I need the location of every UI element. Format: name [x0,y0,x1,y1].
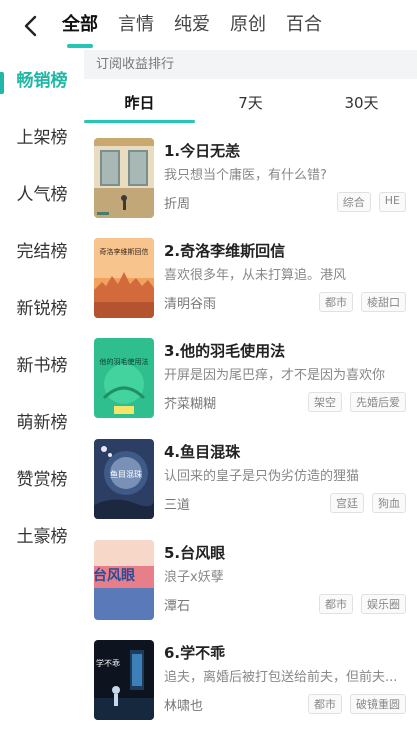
book-item[interactable]: 1.今日无恙 我只想当个庸医，有什么错? 折周 综合 HE [94,138,410,218]
book-author: 折周 [164,197,191,212]
book-item[interactable]: 鱼目混珠 4.鱼目混珠 认回来的皇子是只伪劣仿造的狸猫 三道 宫廷 狗血 [94,439,410,519]
book-description: 喜欢很多年，从未打算追。港风 [164,268,347,283]
book-tags: 综合 HE [329,192,406,212]
book-tag: HE [378,192,406,212]
book-tag: 都市 [319,594,353,614]
book-tag: 宫廷 [330,493,364,513]
tab-original[interactable]: 原创 [230,8,266,42]
book-title: 3.他的羽毛使用法 [164,342,286,360]
book-tags: 宫廷 狗血 [322,493,406,513]
book-item[interactable]: 他的羽毛使用法 3.他的羽毛使用法 开屏是因为尾巴痒，才不是因为喜欢你 芥菜糊糊… [94,338,410,418]
sidebar-item-newbie[interactable]: 萌新榜 [0,400,84,440]
book-tag: 都市 [319,292,353,312]
book-tag: 棱甜口 [361,292,406,312]
sidebar-item-completed[interactable]: 完结榜 [0,229,84,269]
book-author: 潭石 [164,599,191,614]
book-tag: 架空 [308,392,342,412]
book-description: 追夫，离婚后被打包送给前夫，但前夫... [164,670,398,685]
book-title: 4.鱼目混珠 [164,443,241,461]
book-description: 浪子x妖孽 [164,570,224,585]
sidebar-item-big-spender[interactable]: 土豪榜 [0,514,84,554]
book-cover: 鱼目混珠 [94,439,154,519]
book-tag: 狗血 [372,493,406,513]
category-tabs: 全部 言情 纯爱 原创 百合 [62,8,342,42]
book-tags: 架空 先婚后爱 [300,392,406,412]
cover-title: 鱼目混珠 [110,469,142,479]
tab-all[interactable]: 全部 [62,8,98,42]
book-tag: 综合 [336,192,371,212]
book-tag: 娱乐圈 [361,594,406,614]
book-description: 认回来的皇子是只伪劣仿造的狸猫 [164,469,360,484]
book-item[interactable]: 台风眼 5.台风眼 浪子x妖孽 潭石 都市 娱乐圈 [94,540,410,620]
sidebar-item-popular[interactable]: 人气榜 [0,172,84,212]
sidebar-item-label: 人气榜 [16,184,68,205]
book-author: 芥菜糊糊 [164,397,217,412]
sidebar-item-label: 完结榜 [16,241,68,262]
book-author: 林啸也 [164,699,204,714]
tab-30-days[interactable]: 30天 [306,86,417,120]
sidebar-item-label: 赞赏榜 [16,469,68,490]
book-item[interactable]: 学不乖 6.学不乖 追夫，离婚后被打包送给前夫，但前夫... 林啸也 都市 破镜… [94,640,410,720]
book-title: 6.学不乖 [164,644,226,662]
book-item[interactable]: 奇洛李维斯回信 2.奇洛李维斯回信 喜欢很多年，从未打算追。港风 清明谷雨 都市… [94,238,410,318]
book-cover: 台风眼 [94,540,154,620]
tab-yesterday[interactable]: 昨日 [84,86,195,123]
cover-title: 他的羽毛使用法 [100,357,149,366]
book-cover [94,138,154,218]
book-title: 5.台风眼 [164,544,226,562]
sidebar-item-label: 萌新榜 [16,412,68,433]
period-tabs: 昨日 7天 30天 [84,86,417,123]
book-description: 开屏是因为尾巴痒，才不是因为喜欢你 [164,368,386,383]
sidebar-item-label: 土豪榜 [16,526,68,547]
book-cover: 学不乖 [94,640,154,720]
book-author: 清明谷雨 [164,297,217,312]
book-cover: 他的羽毛使用法 [94,338,154,418]
book-title: 1.今日无恙 [164,142,241,160]
sidebar-item-new-books[interactable]: 新书榜 [0,343,84,383]
ranking-content: 订阅收益排行 昨日 7天 30天 1.今日无恙 我只想当个庸医，有什么错? 折周 [84,50,417,741]
top-bar: 全部 言情 纯爱 原创 百合 [0,0,417,50]
sidebar-item-label: 畅销榜 [16,70,68,91]
cover-title: 台风眼 [94,567,135,584]
book-tag: 都市 [308,694,342,714]
book-tag: 破镜重圆 [350,694,406,714]
back-icon[interactable] [18,12,42,40]
book-tags: 都市 娱乐圈 [311,594,406,614]
book-tags: 都市 棱甜口 [311,292,406,312]
cover-title: 奇洛李维斯回信 [100,247,149,256]
sidebar-item-rising[interactable]: 新锐榜 [0,286,84,326]
book-tags: 都市 破镜重圆 [300,694,406,714]
sidebar-item-appreciation[interactable]: 赞赏榜 [0,457,84,497]
cover-title: 学不乖 [96,658,120,668]
sidebar-item-label: 新锐榜 [16,298,68,319]
sidebar-item-label: 新书榜 [16,355,68,376]
book-title: 2.奇洛李维斯回信 [164,242,286,260]
ranking-sidebar: 畅销榜 上架榜 人气榜 完结榜 新锐榜 新书榜 萌新榜 赞赏榜 土豪榜 [0,50,84,741]
tab-yuri[interactable]: 百合 [286,8,322,42]
book-author: 三道 [164,498,191,513]
sidebar-item-new-shelf[interactable]: 上架榜 [0,115,84,155]
book-description: 我只想当个庸医，有什么错? [164,168,327,183]
tab-7-days[interactable]: 7天 [195,86,306,120]
tab-pure-love[interactable]: 纯爱 [174,8,210,42]
ranking-subtitle: 订阅收益排行 [84,50,417,79]
sidebar-item-bestseller[interactable]: 畅销榜 [0,58,84,98]
book-cover: 奇洛李维斯回信 [94,238,154,318]
tab-romance[interactable]: 言情 [118,8,154,42]
active-indicator [0,72,4,94]
book-tag: 先婚后爱 [350,392,406,412]
sidebar-item-label: 上架榜 [16,127,68,148]
